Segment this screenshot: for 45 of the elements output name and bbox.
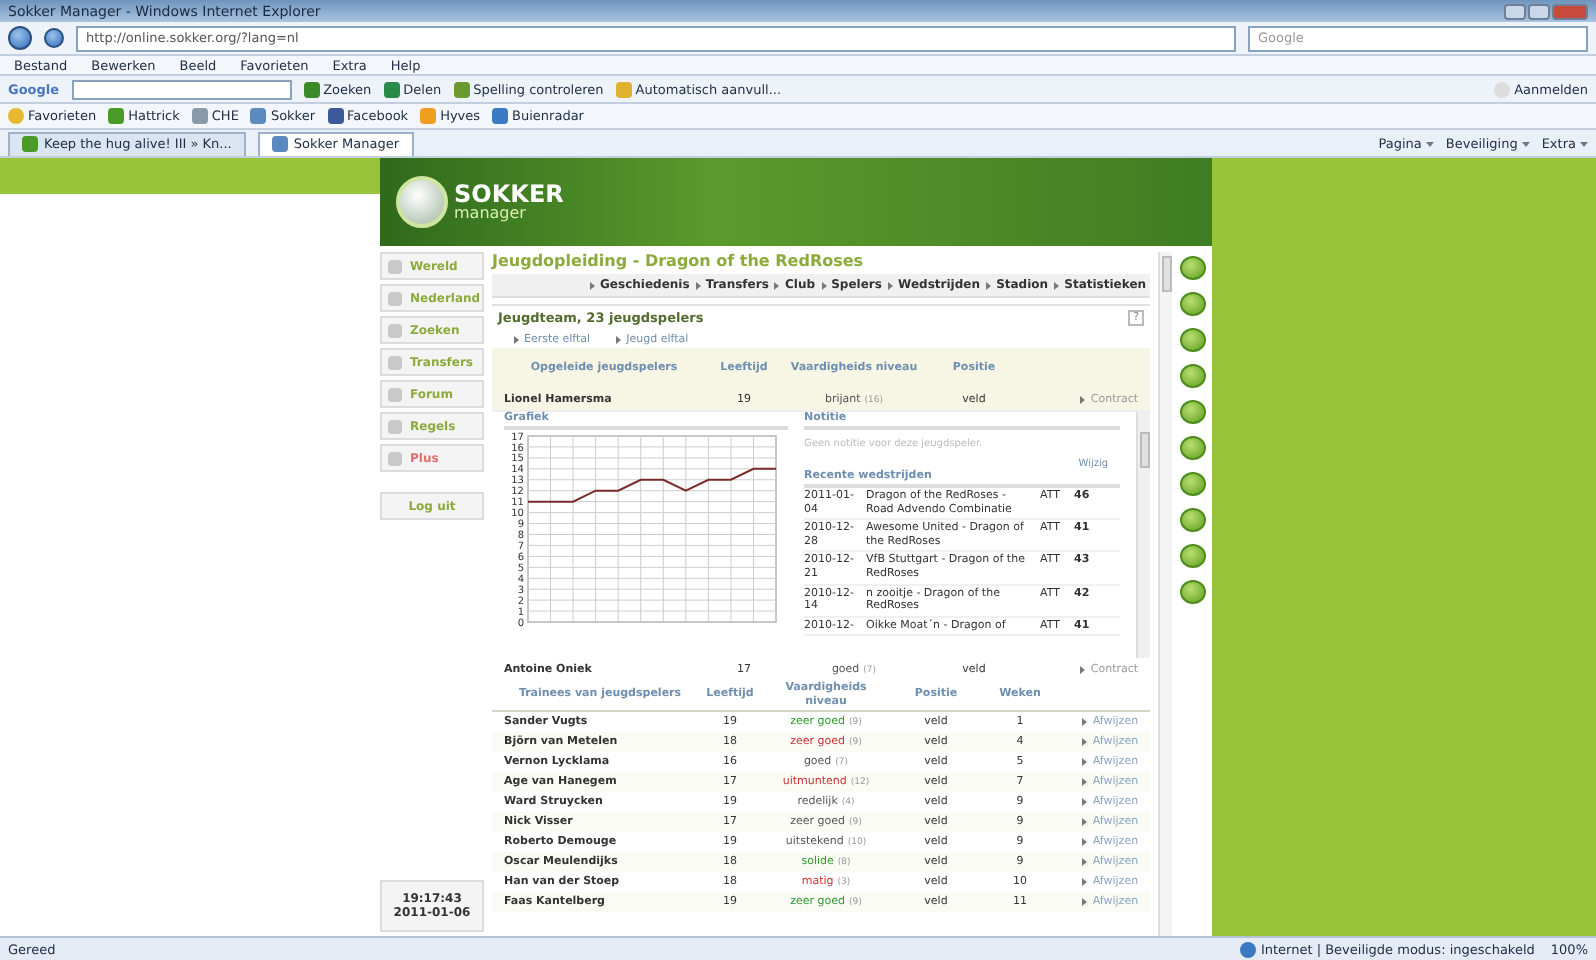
bullet-icon	[886, 281, 895, 289]
round-icon[interactable]	[1180, 292, 1207, 316]
bullet-icon	[1078, 665, 1087, 673]
bullet-icon	[1080, 898, 1089, 906]
bullet-icon	[1080, 858, 1089, 866]
maximize-button[interactable]	[1528, 3, 1550, 19]
round-icon[interactable]	[1180, 544, 1207, 568]
scrollbar-thumb[interactable]	[1161, 256, 1172, 292]
round-icon[interactable]	[1180, 400, 1207, 424]
site-logo-subtitle: manager	[454, 206, 528, 222]
bullet-icon	[1080, 818, 1089, 826]
page-title: Jeugdopleiding - Dragon of the RedRoses	[492, 252, 866, 274]
minimize-button[interactable]	[1504, 3, 1526, 19]
bullet-icon	[512, 335, 520, 343]
bullet-icon	[614, 335, 623, 343]
round-icon[interactable]	[1180, 328, 1207, 352]
forward-button[interactable]	[44, 28, 64, 48]
bullet-icon	[588, 281, 596, 289]
round-icon[interactable]	[1180, 364, 1207, 388]
bullet-icon	[1080, 798, 1089, 806]
round-icon[interactable]	[1180, 508, 1207, 532]
bullet-icon	[1080, 838, 1089, 846]
bullet-icon	[1080, 758, 1089, 766]
bullet-icon	[772, 281, 781, 289]
round-icon[interactable]	[1180, 256, 1207, 280]
bullet-icon	[693, 281, 702, 289]
caret-icon	[1425, 139, 1434, 147]
bullet-icon	[1078, 395, 1087, 403]
bullet-icon	[819, 281, 828, 289]
round-icon[interactable]	[1180, 472, 1207, 496]
google-search-field[interactable]	[71, 79, 292, 99]
bullet-icon	[984, 281, 993, 289]
scrollbar-thumb[interactable]	[1139, 432, 1150, 468]
caret-icon	[1521, 139, 1530, 147]
bullet-icon	[1080, 718, 1089, 726]
bullet-icon	[1080, 778, 1089, 786]
bullet-icon	[1080, 738, 1089, 746]
caret-icon	[1580, 139, 1588, 147]
round-icon[interactable]	[1180, 580, 1207, 604]
bullet-icon	[1080, 878, 1089, 886]
bullet-icon	[1052, 281, 1061, 289]
round-icon[interactable]	[1180, 436, 1207, 460]
ball-icon	[396, 176, 448, 228]
site-logo: SOKKER	[454, 182, 564, 206]
back-button[interactable]	[8, 26, 32, 50]
